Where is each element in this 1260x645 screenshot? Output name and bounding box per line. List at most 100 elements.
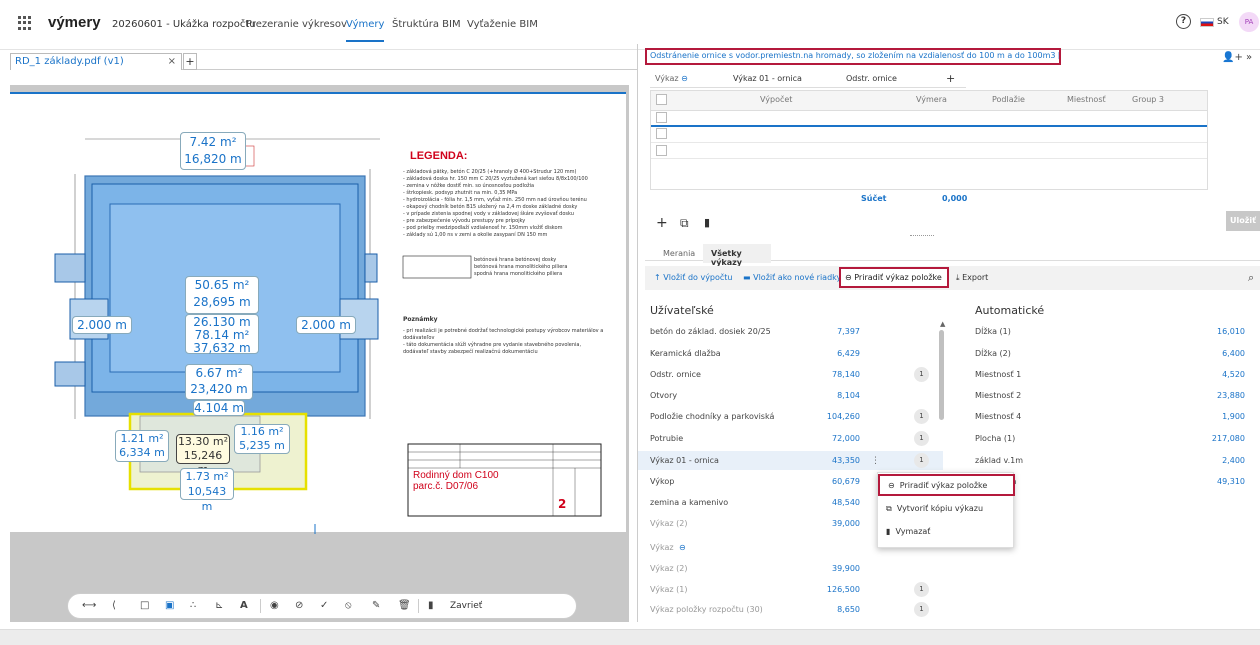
tab-odstr-ornice[interactable]: Odstr. ornice: [846, 74, 897, 83]
area-label[interactable]: 1.73 m² 10,543 m: [180, 468, 234, 513]
rectangle-icon[interactable]: □: [140, 600, 149, 611]
search-icon[interactable]: ⌕: [1248, 271, 1254, 285]
trash-icon[interactable]: ▮: [704, 216, 710, 229]
add-row-icon[interactable]: +: [656, 215, 668, 231]
area-label[interactable]: 7.42 m² 16,820 m: [180, 132, 246, 170]
list-item[interactable]: Podložie chodníky a parkoviská 104,260 1: [650, 408, 935, 426]
nav-vymery[interactable]: Výmery: [346, 19, 385, 42]
tab-vsetky-vykazy[interactable]: Všetky výkazy: [703, 244, 771, 267]
file-tab[interactable]: RD_1 základy.pdf (v1) ×: [10, 53, 182, 70]
list-item[interactable]: Výkaz (1) 126,500 1: [650, 581, 935, 599]
area-label[interactable]: 6.67 m² 23,420 m: [185, 364, 253, 400]
text-tool-icon[interactable]: A: [240, 600, 248, 611]
floor-plan-drawing[interactable]: [10, 94, 626, 534]
apps-grid-icon[interactable]: [18, 16, 32, 30]
list-item[interactable]: základ v.1m 2,400: [975, 452, 1247, 470]
nav-vytazenie-bim[interactable]: Vyťaženie BIM: [467, 19, 538, 30]
list-item[interactable]: Výkaz položky rozpočtu (30) 8,650 1: [650, 601, 935, 619]
trash-icon[interactable]: 🗑: [398, 600, 411, 611]
area-label[interactable]: 1.21 m² 6,334 m: [115, 430, 169, 462]
help-icon[interactable]: ?: [1176, 14, 1191, 29]
list-item[interactable]: betón do základ. dosiek 20/25 7,397: [650, 323, 935, 341]
panel-splitter[interactable]: [637, 44, 638, 622]
toolbar-divider: [260, 599, 261, 613]
tab-vykaz[interactable]: Výkaz ⊖: [655, 74, 688, 83]
close-viewer-button[interactable]: Zavrieť: [450, 601, 482, 611]
ctx-copy-item[interactable]: ⧉ Vytvoriť kópiu výkazu: [886, 504, 983, 514]
list-item[interactable]: Miestnosť 4 1,900: [975, 408, 1247, 426]
angle-icon[interactable]: ⊾: [215, 600, 223, 611]
drawing-sheet[interactable]: LEGENDA: - základová pätky, betón C 20/2…: [10, 92, 626, 534]
table-row[interactable]: [651, 127, 1207, 143]
note-line: dodávateľ stavby zabezpečí realizačnú do…: [403, 349, 538, 355]
list-item[interactable]: Výkaz 01 - ornica 43,350 1: [650, 452, 935, 470]
measure-length-icon[interactable]: ⟷: [82, 600, 96, 611]
scrollbar-thumb[interactable]: [939, 330, 944, 420]
assign-to-item-button[interactable]: ⊖ Priradiť výkaz položke: [839, 267, 949, 288]
column-header[interactable]: Miestnosť: [1067, 95, 1106, 104]
polyline-icon[interactable]: ⟨: [112, 600, 116, 611]
list-item[interactable]: Miestnosť 2 23,880: [975, 387, 1247, 405]
scroll-up-icon[interactable]: ▲: [940, 320, 945, 328]
points-icon[interactable]: ∴: [190, 600, 196, 611]
row-checkbox[interactable]: [656, 112, 667, 123]
nav-struktura-bim[interactable]: Štruktúra BIM: [392, 19, 461, 30]
list-item[interactable]: Výkaz (2) 39,900: [650, 560, 935, 578]
tab-vykaz-01[interactable]: Výkaz 01 - ornica: [733, 74, 802, 83]
list-item[interactable]: Otvory 8,104: [650, 387, 935, 405]
length-label[interactable]: 4.104 m: [193, 400, 245, 416]
list-item[interactable]: Odstr. ornice 78,140 1: [650, 366, 935, 384]
column-header[interactable]: Výmera: [916, 95, 947, 104]
item-title[interactable]: Odstránenie ornice s vodor.premiestn.na …: [645, 48, 1061, 65]
list-item[interactable]: Plocha (1) 217,080: [975, 430, 1247, 448]
list-item[interactable]: Dĺžka (1) 16,010: [975, 323, 1247, 341]
export-button[interactable]: ⤓ Export: [956, 273, 988, 283]
ctx-assign-item[interactable]: ⊖ Priradiť výkaz položke: [878, 474, 1015, 496]
select-all-checkbox[interactable]: [656, 94, 667, 105]
project-name[interactable]: 20260601 - Ukážka rozpočtu: [112, 19, 256, 30]
add-user-icon[interactable]: 👤+: [1222, 52, 1243, 63]
list-item[interactable]: Miestnosť 1 4,520: [975, 366, 1247, 384]
save-button[interactable]: Uložiť: [1226, 211, 1260, 231]
insert-to-calc-button[interactable]: ↑ Vložiť do výpočtu: [654, 273, 733, 282]
add-tab-icon[interactable]: +: [946, 72, 955, 85]
area-label[interactable]: 26.130 m 78.14 m² 37,632 m: [185, 314, 259, 355]
table-row[interactable]: [651, 143, 1207, 159]
close-icon[interactable]: ×: [168, 56, 176, 67]
list-item[interactable]: ka49,310: [975, 473, 1247, 491]
area-tool-icon[interactable]: ▣: [165, 600, 174, 611]
resize-handle[interactable]: [910, 235, 934, 237]
check-circle-icon[interactable]: ✓: [320, 600, 328, 611]
language-label[interactable]: SK: [1217, 17, 1229, 27]
table-row[interactable]: [651, 111, 1207, 127]
area-label[interactable]: 50.65 m² 28,695 m: [185, 276, 259, 314]
length-label[interactable]: 2.000 m: [72, 316, 132, 334]
link-icon[interactable]: ⊖: [679, 543, 686, 552]
row-checkbox[interactable]: [656, 145, 667, 156]
exit-icon[interactable]: ▮: [428, 600, 434, 611]
list-item[interactable]: Keramická dlažba 6,429: [650, 345, 935, 363]
more-icon[interactable]: ⋮: [871, 456, 880, 466]
pencil-icon[interactable]: ✎: [372, 600, 380, 611]
row-checkbox[interactable]: [656, 128, 667, 139]
area-label[interactable]: 1.16 m² 5,235 m: [234, 424, 290, 454]
column-header[interactable]: Group 3: [1132, 95, 1164, 104]
area-label-selected[interactable]: 13.30 m²15,246 m: [176, 434, 230, 476]
list-item[interactable]: Potrubie 72,000 1: [650, 430, 935, 448]
add-tab-icon[interactable]: +: [183, 53, 197, 70]
block-icon[interactable]: ⦸: [345, 600, 352, 611]
eye-off-icon[interactable]: ⊘: [295, 600, 303, 611]
column-header[interactable]: Podlažie: [992, 95, 1025, 104]
eye-icon[interactable]: ◉: [270, 600, 279, 611]
insert-rows-button[interactable]: ▬ Vložiť ako nové riadky: [743, 273, 841, 282]
tab-merania[interactable]: Merania: [663, 249, 695, 258]
nav-prezeranie[interactable]: Prezeranie výkresov: [246, 19, 347, 30]
copy-icon[interactable]: ⧉: [680, 216, 689, 231]
list-item[interactable]: Dĺžka (2) 6,400: [975, 345, 1247, 363]
length-label[interactable]: 2.000 m: [296, 316, 356, 334]
collapse-panel-icon[interactable]: »: [1246, 52, 1252, 63]
column-header[interactable]: Výpočet: [760, 95, 792, 104]
avatar[interactable]: PA: [1239, 12, 1259, 32]
flag-sk-icon[interactable]: [1200, 18, 1214, 27]
ctx-delete-item[interactable]: ▮ Vymazať: [886, 527, 930, 536]
